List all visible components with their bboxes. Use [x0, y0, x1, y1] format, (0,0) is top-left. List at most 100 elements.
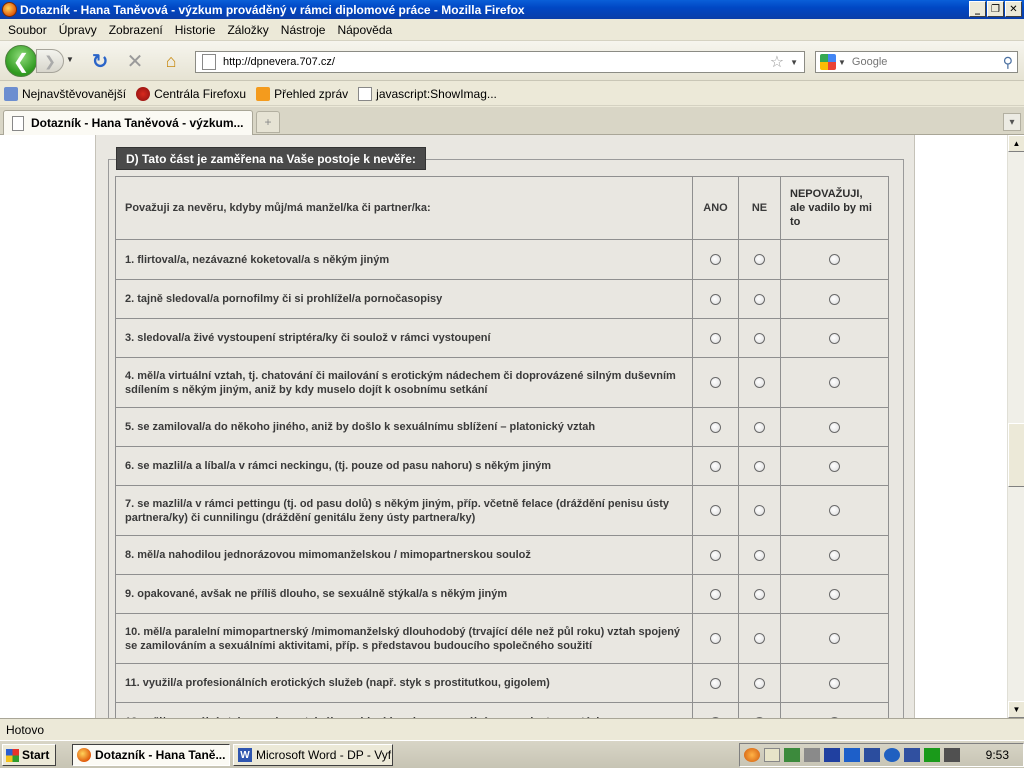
- start-label: Start: [22, 748, 50, 762]
- window-title-bar[interactable]: Dotazník - Hana Taněvová - výzkum provád…: [0, 0, 1024, 19]
- radio-no[interactable]: [754, 588, 765, 600]
- bookmark-star-icon[interactable]: ☆: [770, 52, 784, 72]
- forward-button[interactable]: ❯: [36, 49, 64, 73]
- answer-cell-yes: [692, 357, 739, 408]
- radio-other[interactable]: [829, 332, 840, 344]
- radio-no[interactable]: [754, 254, 765, 266]
- bookmark-label: Přehled zpráv: [274, 86, 349, 101]
- back-button[interactable]: ❮: [5, 45, 37, 77]
- taskbar-item-word[interactable]: W Microsoft Word - DP - Vyf...: [233, 744, 393, 766]
- new-tab-button[interactable]: +: [256, 111, 280, 133]
- radio-yes[interactable]: [710, 377, 721, 389]
- volume-tray-icon[interactable]: [804, 748, 820, 762]
- search-input[interactable]: [851, 56, 1003, 68]
- firefox-tray-icon[interactable]: [744, 748, 760, 762]
- bookmark-javascript[interactable]: javascript:ShowImag...: [358, 86, 497, 101]
- reload-button[interactable]: ↻: [89, 50, 111, 73]
- table-header-row: Považuji za nevěru, kdyby můj/má manžel/…: [115, 176, 889, 240]
- taskbar-item-firefox[interactable]: Dotazník - Hana Taně...: [72, 744, 230, 766]
- menu-napoveda[interactable]: Nápověda: [331, 23, 398, 37]
- radio-yes[interactable]: [710, 460, 721, 472]
- answer-cell-yes: [692, 407, 739, 447]
- radio-yes[interactable]: [710, 332, 721, 344]
- radio-other[interactable]: [829, 254, 840, 266]
- bookmark-most-visited[interactable]: Nejnavštěvovanější: [4, 86, 126, 101]
- bookmark-firefox-central[interactable]: Centrála Firefoxu: [136, 86, 246, 101]
- radio-no[interactable]: [754, 677, 765, 689]
- radio-no[interactable]: [754, 377, 765, 389]
- radio-no[interactable]: [754, 549, 765, 561]
- tab-dotaznik[interactable]: Dotazník - Hana Taněvová - výzkum...: [3, 110, 253, 135]
- table-row: 5. se zamiloval/a do někoho jiného, aniž…: [115, 407, 889, 447]
- navigation-toolbar: ❮ ❯ ▼ ↻ ✕ ⌂ ☆ ▼ ▼ ⚲: [0, 41, 1024, 81]
- answer-cell-no: [738, 357, 781, 408]
- radio-yes[interactable]: [710, 677, 721, 689]
- menu-zobrazeni[interactable]: Zobrazení: [103, 23, 169, 37]
- network-tray-icon[interactable]: [784, 748, 800, 762]
- question-text: 4. měl/a virtuální vztah, tj. chatování …: [115, 357, 693, 408]
- answer-cell-other: [780, 574, 889, 614]
- start-button[interactable]: Start: [2, 744, 56, 766]
- stop-button[interactable]: ✕: [124, 50, 146, 73]
- minimize-button[interactable]: _: [969, 1, 986, 17]
- menu-soubor[interactable]: Soubor: [2, 23, 53, 37]
- table-row: 12. měl/a sexuální styk s osobou stejnéh…: [115, 702, 889, 718]
- radio-other[interactable]: [829, 677, 840, 689]
- scroll-thumb[interactable]: [1008, 423, 1024, 487]
- history-dropdown-icon[interactable]: ▼: [66, 55, 74, 64]
- radio-other[interactable]: [829, 549, 840, 561]
- close-button[interactable]: ✕: [1005, 1, 1022, 17]
- radio-yes[interactable]: [710, 549, 721, 561]
- radio-yes[interactable]: [710, 293, 721, 305]
- bluetooth-tray-icon[interactable]: [884, 748, 900, 762]
- explorer-tray-icon[interactable]: [764, 748, 780, 762]
- scroll-up-button[interactable]: ▲: [1008, 135, 1024, 152]
- radio-yes[interactable]: [710, 254, 721, 266]
- tab-list-button[interactable]: ▾: [1003, 113, 1021, 131]
- radio-yes[interactable]: [710, 505, 721, 517]
- question-text: 5. se zamiloval/a do někoho jiného, aniž…: [115, 407, 693, 447]
- radio-other[interactable]: [829, 505, 840, 517]
- url-dropdown-icon[interactable]: ▼: [790, 58, 798, 67]
- radio-no[interactable]: [754, 505, 765, 517]
- play-tray-icon[interactable]: [924, 748, 940, 762]
- menu-nastroje[interactable]: Nástroje: [275, 23, 332, 37]
- bookmark-news[interactable]: Přehled zpráv: [256, 86, 349, 101]
- answer-cell-no: [738, 485, 781, 536]
- radio-other[interactable]: [829, 421, 840, 433]
- monitor-tray-icon[interactable]: [944, 748, 960, 762]
- radio-no[interactable]: [754, 332, 765, 344]
- shield-tray-icon[interactable]: [904, 748, 920, 762]
- search-engine-dropdown-icon[interactable]: ▼: [838, 58, 846, 67]
- radio-no[interactable]: [754, 421, 765, 433]
- radio-no[interactable]: [754, 293, 765, 305]
- answer-cell-other: [780, 485, 889, 536]
- url-input[interactable]: [223, 56, 770, 68]
- table-row: 3. sledoval/a živé vystoupení striptéra/…: [115, 318, 889, 358]
- scroll-down-button[interactable]: ▼: [1008, 701, 1024, 718]
- radio-yes[interactable]: [710, 633, 721, 645]
- cs-tray-icon[interactable]: [864, 748, 880, 762]
- radio-yes[interactable]: [710, 588, 721, 600]
- home-button[interactable]: ⌂: [160, 50, 182, 72]
- app-tray-icon[interactable]: [844, 748, 860, 762]
- menu-upravy[interactable]: Úpravy: [53, 23, 103, 37]
- radio-yes[interactable]: [710, 421, 721, 433]
- radio-other[interactable]: [829, 633, 840, 645]
- radio-no[interactable]: [754, 633, 765, 645]
- menu-historie[interactable]: Historie: [169, 23, 222, 37]
- vertical-scrollbar[interactable]: ▲ ▼: [1007, 135, 1024, 718]
- radio-other[interactable]: [829, 293, 840, 305]
- question-text: 9. opakované, avšak ne příliš dlouho, se…: [115, 574, 693, 614]
- radio-no[interactable]: [754, 460, 765, 472]
- restore-button[interactable]: ❐: [987, 1, 1004, 17]
- menu-zalozky[interactable]: Záložky: [221, 23, 274, 37]
- radio-other[interactable]: [829, 588, 840, 600]
- radio-other[interactable]: [829, 377, 840, 389]
- radio-other[interactable]: [829, 460, 840, 472]
- survey-rows: 1. flirtoval/a, nezávazné koketoval/a s …: [115, 239, 889, 718]
- search-icon[interactable]: ⚲: [1003, 54, 1013, 71]
- clock: 9:53: [985, 748, 1009, 762]
- security-tray-icon[interactable]: [824, 748, 840, 762]
- google-icon[interactable]: [820, 54, 836, 70]
